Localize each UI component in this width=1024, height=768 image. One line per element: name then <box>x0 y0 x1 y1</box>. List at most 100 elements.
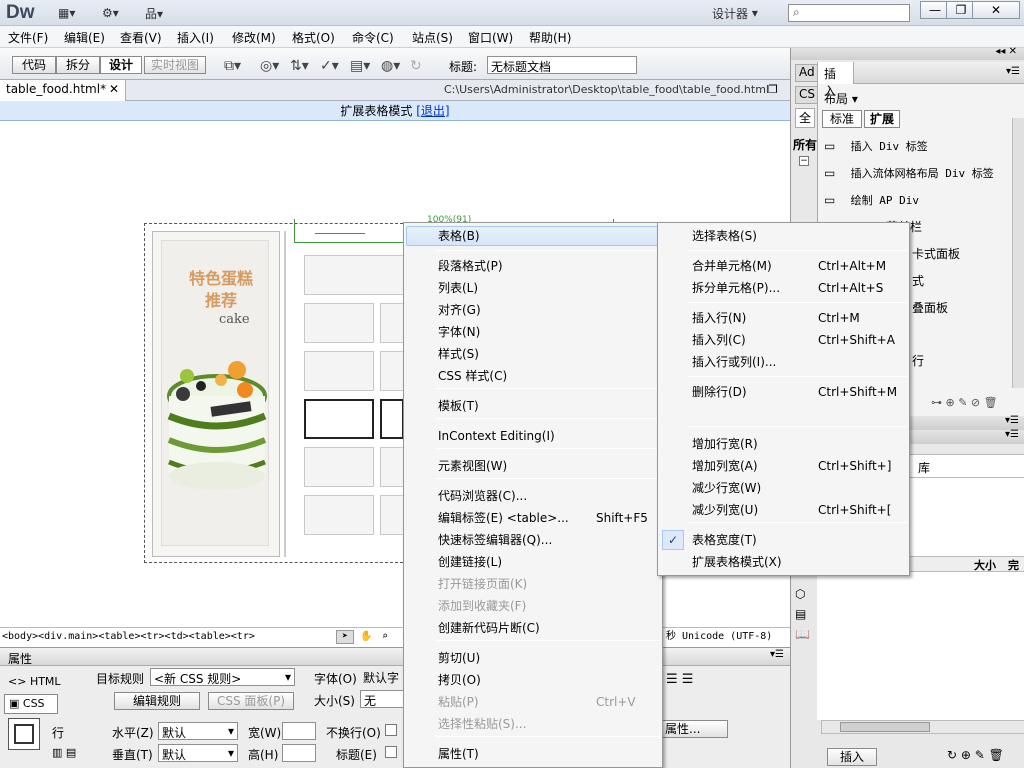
context-menu-item[interactable]: 元素视图(W) <box>438 456 672 476</box>
context-menu-item[interactable]: 样式(S) <box>438 344 672 364</box>
submenu-item[interactable]: 增加行宽(R) <box>692 434 902 454</box>
panel-options-icon[interactable]: ▾☰ <box>1006 66 1020 77</box>
library-label[interactable]: 库 <box>918 459 930 476</box>
insert-div-item[interactable]: ▭ 插入 Div 标签 <box>824 138 928 154</box>
panel-options-icon[interactable]: ▾☰ <box>1005 429 1019 440</box>
size-column-header[interactable]: 大小 <box>974 557 996 573</box>
css-panel-button[interactable]: CSS 面板(P) <box>208 692 294 710</box>
menu-view[interactable]: 查看(V) <box>120 29 162 46</box>
exit-expanded-link[interactable]: [退出] <box>416 104 449 118</box>
menu-edit[interactable]: 编辑(E) <box>64 29 105 46</box>
context-menu-item[interactable]: 代码浏览器(C)... <box>438 486 658 506</box>
site-menu-icon[interactable]: 品▾ <box>145 4 163 22</box>
table-cell[interactable] <box>304 351 374 391</box>
header-checkbox[interactable] <box>385 746 397 758</box>
context-menu-item[interactable]: 属性(T) <box>438 744 658 764</box>
tab-extended[interactable]: 扩展 <box>864 110 900 128</box>
selected-table-cell[interactable] <box>380 399 404 439</box>
submenu-item[interactable]: 扩展表格模式(X) <box>692 552 902 572</box>
workspace-switcher[interactable]: 设计器 ▾ <box>712 4 758 22</box>
html-mode-button[interactable]: <> HTML <box>8 675 61 688</box>
context-menu-item[interactable]: 粘贴(P) Ctrl+V <box>438 692 658 712</box>
assets-hscrollbar[interactable] <box>821 720 1024 734</box>
menu-format[interactable]: 格式(O) <box>292 29 335 46</box>
code-view-button[interactable]: 代码 <box>12 56 56 74</box>
height-input[interactable] <box>282 744 316 762</box>
css-mode-button[interactable]: ▣ CSS <box>4 694 58 714</box>
panel-options-icon[interactable]: ▾☰ <box>1005 415 1019 426</box>
menu-modify[interactable]: 修改(M) <box>232 29 276 46</box>
panel-options-icon[interactable]: ▾☰ <box>770 649 784 660</box>
page-properties-button[interactable]: 属性... <box>662 720 728 738</box>
submenu-item[interactable]: 减少列宽(U) Ctrl+Shift+[ <box>692 500 902 520</box>
menu-window[interactable]: 窗口(W) <box>468 29 513 46</box>
width-input[interactable] <box>282 722 316 740</box>
css-toolbar-icons[interactable]: ⊶ ⊕ ✎ ⊘ 🗑 <box>931 396 998 409</box>
context-menu-item[interactable]: InContext Editing(I) <box>438 426 672 446</box>
vertical-select[interactable]: 默认 ▾ <box>158 744 238 762</box>
context-menu-item[interactable]: 拷贝(O) <box>438 670 658 690</box>
submenu-item[interactable]: 插入行或列(I)... <box>692 352 902 372</box>
submenu-item[interactable]: 拆分单元格(P)... Ctrl+Alt+S <box>692 278 902 298</box>
accordion-item[interactable]: 式 <box>912 272 924 289</box>
context-menu-item[interactable]: 添加到收藏夹(F) <box>438 596 658 616</box>
collapse-icon[interactable]: ◂◂ ✕ <box>995 46 1017 57</box>
context-menu-item[interactable]: 表格(B) <box>438 226 672 246</box>
table-cell[interactable] <box>380 447 404 487</box>
category-select[interactable]: 布局 ▾ <box>824 90 858 107</box>
table-cell[interactable] <box>304 447 374 487</box>
w3c-validation-icon[interactable]: ✓▾ <box>320 58 339 74</box>
css-all-tab[interactable]: 全 <box>795 108 815 128</box>
submenu-item[interactable]: 增加列宽(A) Ctrl+Shift+] <box>692 456 902 476</box>
align-icons[interactable]: ☰ ☰ <box>666 672 693 687</box>
assets-list[interactable] <box>817 572 1024 720</box>
selected-table-cell[interactable] <box>304 399 374 439</box>
menu-help[interactable]: 帮助(H) <box>529 29 571 46</box>
table-cell[interactable] <box>380 351 404 391</box>
search-input[interactable]: ⌕ <box>788 4 910 22</box>
gear-icon[interactable]: ⚙▾ <box>102 4 119 22</box>
table-cell[interactable] <box>304 303 374 343</box>
context-menu-item[interactable]: 编辑标签(E) <table>... Shift+F5 <box>438 508 658 528</box>
table-cell[interactable] <box>304 255 404 295</box>
tabbed-panel-item[interactable]: 卡式面板 <box>912 245 960 262</box>
context-menu-item[interactable]: 对齐(G) <box>438 300 672 320</box>
document-title-input[interactable]: 无标题文档 <box>487 56 637 74</box>
visual-aids-icon[interactable]: ▤▾ <box>350 58 370 74</box>
submenu-item[interactable]: 减少行宽(W) <box>692 478 902 498</box>
size-value[interactable]: 无 <box>360 690 404 708</box>
file-management-icon[interactable]: ⇅▾ <box>290 58 309 74</box>
tab-adobe[interactable]: Ad <box>795 64 819 82</box>
submenu-item[interactable]: 合并单元格(M) Ctrl+Alt+M <box>692 256 902 276</box>
full-path-column-header[interactable]: 完 <box>1008 557 1019 573</box>
context-menu-item[interactable]: 创建新代码片断(C) <box>438 618 658 638</box>
collapse-tree-icon[interactable]: − <box>799 156 809 166</box>
context-menu-item[interactable]: 模板(T) <box>438 396 672 416</box>
table-cell[interactable] <box>380 495 404 535</box>
target-rule-select[interactable]: <新 CSS 规则> ▾ <box>150 668 295 686</box>
submenu-item[interactable]: 插入行(N) Ctrl+M <box>692 308 902 328</box>
preview-browser-icon[interactable]: ◎▾ <box>260 58 279 74</box>
font-value[interactable]: 默认字 <box>360 668 404 686</box>
context-menu-item[interactable]: CSS 样式(C) <box>438 366 672 386</box>
tag-path[interactable]: <body><div.main><table><tr><td><table><t… <box>2 631 255 642</box>
context-menu-item[interactable]: 创建链接(L) <box>438 552 658 572</box>
menu-insert[interactable]: 插入(I) <box>177 29 214 46</box>
menu-site[interactable]: 站点(S) <box>412 29 453 46</box>
zoom-tool-icon[interactable]: ⌕ <box>382 628 388 646</box>
context-menu-item[interactable]: 段落格式(P) <box>438 256 672 276</box>
context-menu-item[interactable]: 剪切(U) <box>438 648 658 668</box>
tab-css[interactable]: CS <box>795 86 819 104</box>
tab-standard[interactable]: 标准 <box>822 110 862 128</box>
insert-fluid-grid-item[interactable]: ▭ 插入流体网格布局 Div 标签 <box>824 165 994 181</box>
check-browser-icon[interactable]: ◍▾ <box>381 58 400 74</box>
menu-commands[interactable]: 命令(C) <box>352 29 394 46</box>
nowrap-checkbox[interactable] <box>385 724 397 736</box>
draw-ap-div-item[interactable]: ▭ 绘制 AP Div <box>824 192 919 208</box>
assets-category-icons[interactable]: ⬡ ▤ 📖 <box>795 584 810 644</box>
row-item[interactable]: 行 <box>912 352 924 369</box>
live-view-button[interactable]: 实时视图 <box>144 56 206 74</box>
insert-panel-title[interactable]: 插入 <box>818 62 854 98</box>
select-tool-icon[interactable]: ➤ <box>336 630 354 644</box>
merge-split-icons[interactable]: ▥ ▤ <box>52 746 76 759</box>
